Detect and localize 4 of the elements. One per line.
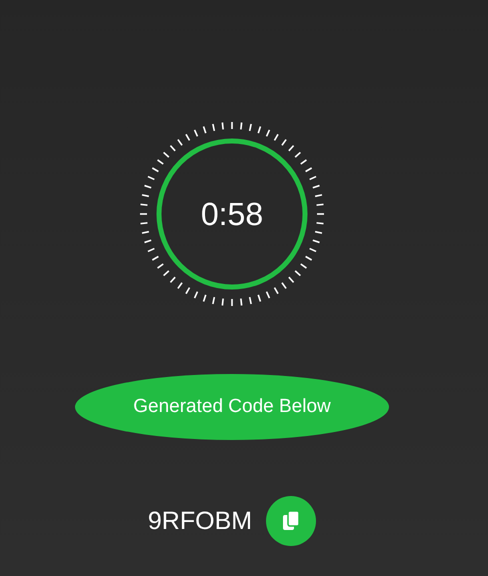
copy-icon [281, 510, 302, 532]
generated-code: 9RFOBM [148, 506, 252, 536]
timer-text: 0:58 [200, 196, 264, 232]
generate-button[interactable]: Generated Code Below [75, 374, 389, 440]
